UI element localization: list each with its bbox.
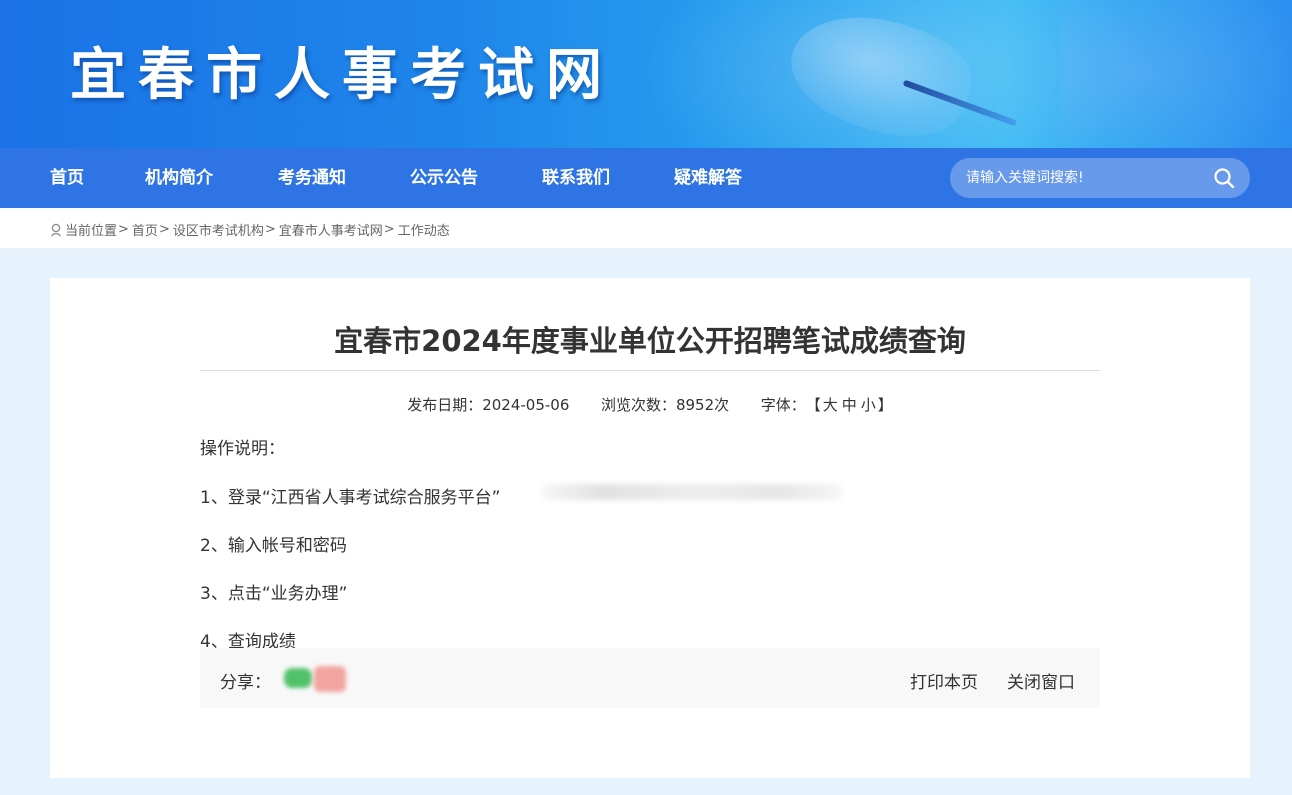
print-page-button[interactable]: 打印本页	[910, 668, 978, 693]
wechat-share-icon[interactable]	[284, 668, 312, 688]
breadcrumb-bar: 当前位置 > 首页 > 设区市考试机构 > 宜春市人事考试网 > 工作动态	[0, 208, 1292, 248]
breadcrumb: 当前位置 > 首页 > 设区市考试机构 > 宜春市人事考试网 > 工作动态	[50, 220, 450, 239]
breadcrumb-separator: >	[158, 222, 170, 237]
step-2: 2、输入帐号和密码	[200, 536, 347, 556]
search-icon[interactable]	[1212, 166, 1236, 190]
publish-date: 2024-05-06	[482, 396, 570, 414]
breadcrumb-separator: >	[383, 222, 395, 237]
font-size-large-button[interactable]: 大	[823, 394, 838, 415]
banner-sleeve-graphic	[1060, 0, 1292, 148]
breadcrumb-separator: >	[264, 222, 276, 237]
nav-item-home[interactable]: 首页	[50, 148, 84, 208]
step-1: 1、登录“江西省人事考试综合服务平台”	[200, 488, 501, 508]
views-count: 8952次	[675, 396, 730, 414]
nav-item-about[interactable]: 机构简介	[145, 148, 213, 208]
breadcrumb-city-exam-orgs[interactable]: 设区市考试机构	[173, 220, 264, 239]
share-label: 分享：	[220, 673, 271, 693]
publish-date-label: 发布日期：	[407, 396, 483, 414]
breadcrumb-separator: >	[118, 222, 129, 237]
main-nav: 首页 机构简介 考务通知 公示公告 联系我们 疑难解答	[0, 148, 1292, 208]
redacted-platform-link[interactable]	[542, 484, 842, 500]
article-meta: 发布日期：2024-05-06 浏览次数：8952次 字体：【大中小】	[200, 394, 1100, 415]
font-size-medium-button[interactable]: 中	[842, 394, 857, 415]
nav-item-exam-notices[interactable]: 考务通知	[278, 148, 346, 208]
font-size-label: 字体：	[760, 396, 806, 414]
article-panel: 宜春市2024年度事业单位公开招聘笔试成绩查询 发布日期：2024-05-06 …	[50, 278, 1250, 778]
title-divider	[200, 370, 1100, 371]
step-3: 3、点击“业务办理”	[200, 584, 348, 604]
font-size-bracket-close: 】	[877, 396, 893, 414]
search-box	[950, 158, 1250, 198]
breadcrumb-yichun-site[interactable]: 宜春市人事考试网	[279, 220, 383, 239]
views-label: 浏览次数：	[600, 396, 676, 414]
nav-item-announcements[interactable]: 公示公告	[410, 148, 478, 208]
breadcrumb-work-news[interactable]: 工作动态	[398, 220, 450, 239]
breadcrumb-prefix: 当前位置	[65, 224, 118, 239]
instructions-heading: 操作说明：	[200, 439, 285, 459]
font-size-bracket-open: 【	[805, 396, 821, 414]
breadcrumb-home[interactable]: 首页	[132, 220, 158, 239]
search-input[interactable]	[950, 158, 1205, 198]
nav-item-faq[interactable]: 疑难解答	[674, 148, 742, 208]
share-bar: 分享： 打印本页 关闭窗口	[200, 648, 1100, 708]
site-title: 宜春市人事考试网	[70, 42, 614, 108]
nav-item-contact[interactable]: 联系我们	[542, 148, 610, 208]
weibo-share-icon[interactable]	[314, 666, 346, 692]
font-size-small-button[interactable]: 小	[861, 394, 876, 415]
site-banner: 宜春市人事考试网	[0, 0, 1292, 148]
close-window-button[interactable]: 关闭窗口	[1007, 668, 1075, 693]
article-title: 宜春市2024年度事业单位公开招聘笔试成绩查询	[334, 324, 966, 358]
location-icon	[51, 223, 61, 236]
